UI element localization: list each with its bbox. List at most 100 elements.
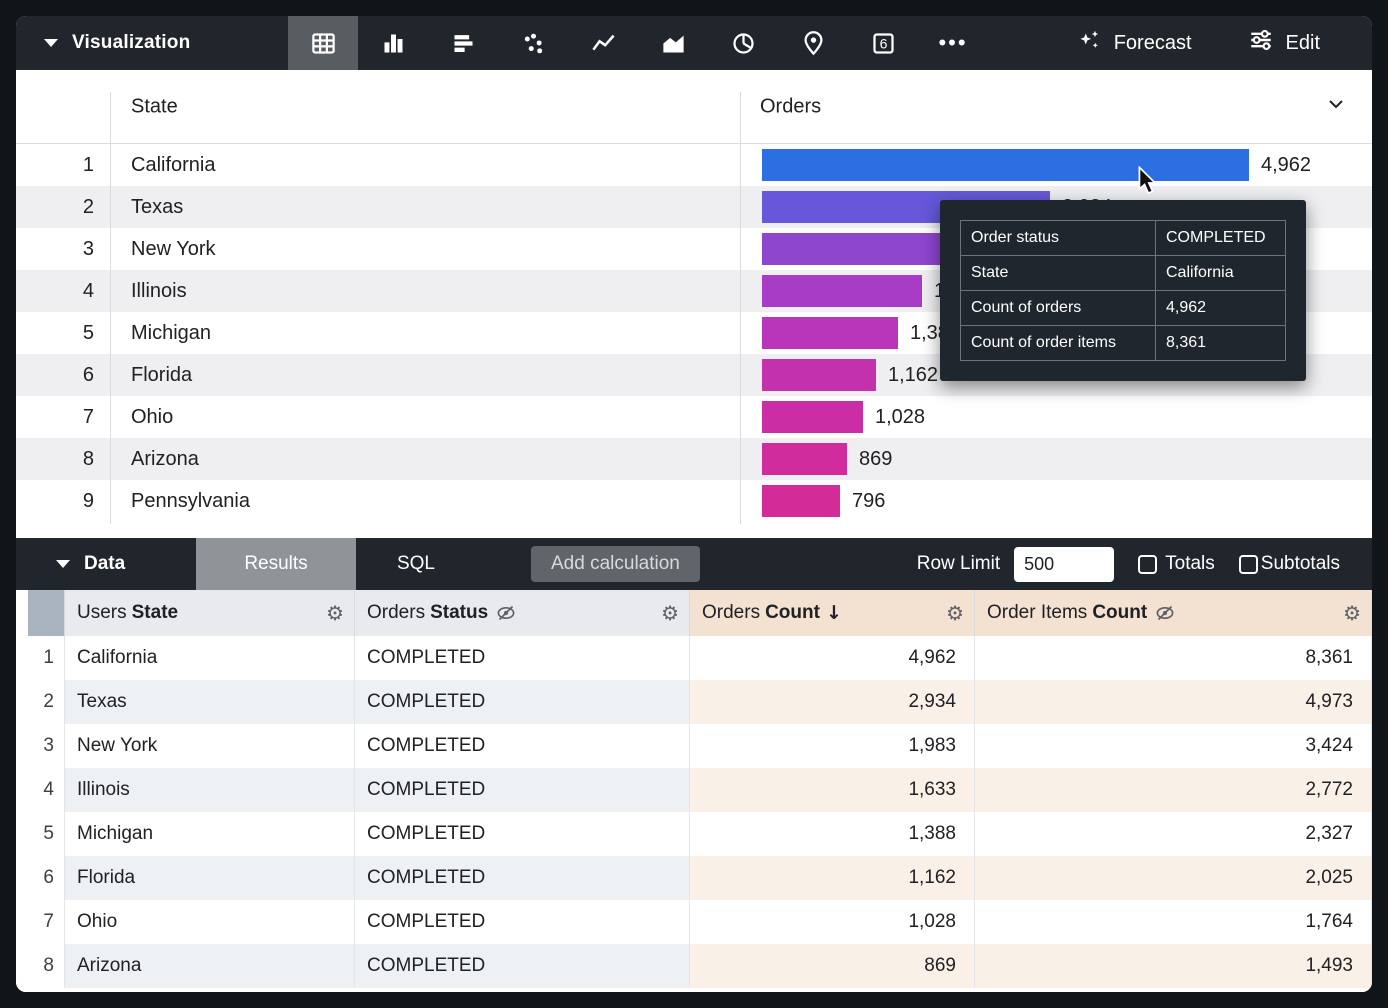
order-items-count-column-header[interactable]: Order Items Count ⚙ — [975, 590, 1372, 636]
viz-type-line-chart-button[interactable] — [568, 16, 638, 70]
mouse-cursor — [1136, 166, 1160, 201]
data-section-toggle[interactable]: Data — [16, 538, 196, 590]
state-cell[interactable]: Arizona — [65, 944, 355, 988]
orders-bar[interactable] — [762, 317, 898, 349]
header-field: Status — [430, 602, 488, 624]
orders-status-column-header[interactable]: Orders Status ⚙ — [355, 590, 690, 636]
ellipsis-icon: ••• — [938, 30, 967, 56]
table-row: 2 Texas COMPLETED 2,934 4,973 — [28, 680, 1372, 724]
forecast-sparkle-icon — [1076, 27, 1102, 59]
add-calculation-button[interactable]: Add calculation — [531, 546, 700, 582]
status-cell[interactable]: COMPLETED — [355, 900, 690, 944]
row-number: 7 — [28, 900, 65, 944]
status-cell[interactable]: COMPLETED — [355, 680, 690, 724]
orders-count-cell[interactable]: 1,983 — [690, 724, 975, 768]
map-pin-icon — [800, 30, 827, 57]
sort-desc-arrow-icon: ↓ — [826, 602, 842, 624]
state-cell[interactable]: Ohio — [65, 900, 355, 944]
row-number: 7 — [16, 406, 110, 429]
orders-bar[interactable] — [762, 443, 847, 475]
viz-type-area-chart-button[interactable] — [638, 16, 708, 70]
orders-count-cell[interactable]: 1,633 — [690, 768, 975, 812]
orders-count-cell[interactable]: 1,162 — [690, 856, 975, 900]
state-cell[interactable]: Florida — [65, 856, 355, 900]
tooltip-label: Count of orders — [961, 291, 1156, 326]
line-chart-icon — [590, 30, 617, 57]
orders-count-cell[interactable]: 2,934 — [690, 680, 975, 724]
viz-type-scatter-button[interactable] — [498, 16, 568, 70]
state-cell: Michigan — [110, 322, 740, 345]
viz-row-california: 1 California 4,962 — [16, 144, 1372, 186]
tune-sliders-icon — [1248, 27, 1274, 59]
order-items-count-cell[interactable]: 2,327 — [975, 812, 1372, 856]
column-divider — [740, 92, 741, 524]
order-items-count-cell[interactable]: 2,772 — [975, 768, 1372, 812]
subtotals-toggle[interactable]: Subtotals — [1239, 553, 1340, 575]
totals-toggle[interactable]: Totals — [1138, 553, 1215, 575]
state-cell[interactable]: Texas — [65, 680, 355, 724]
orders-count-cell[interactable]: 1,028 — [690, 900, 975, 944]
status-cell[interactable]: COMPLETED — [355, 856, 690, 900]
state-column-header[interactable]: State — [131, 95, 178, 118]
status-cell[interactable]: COMPLETED — [355, 944, 690, 988]
edit-label: Edit — [1286, 32, 1320, 55]
viz-type-table-button[interactable] — [288, 16, 358, 70]
users-state-column-header[interactable]: Users State ⚙ — [65, 590, 355, 636]
orders-bar[interactable] — [762, 149, 1249, 181]
totals-checkbox[interactable] — [1138, 555, 1157, 574]
state-cell[interactable]: California — [65, 636, 355, 680]
order-items-count-cell[interactable]: 8,361 — [975, 636, 1372, 680]
orders-bar[interactable] — [762, 359, 876, 391]
orders-bar[interactable] — [762, 485, 840, 517]
tooltip-value: California — [1156, 256, 1286, 291]
visualization-panel: State Orders 1 California 4,962 2 Texas … — [16, 70, 1372, 538]
viz-type-map-button[interactable] — [778, 16, 848, 70]
hidden-field-eye-slash-icon — [1155, 603, 1175, 623]
table-row: 4 Illinois COMPLETED 1,633 2,772 — [28, 768, 1372, 812]
viz-type-single-value-button[interactable]: 6 — [848, 16, 918, 70]
order-items-count-cell[interactable]: 1,493 — [975, 944, 1372, 988]
tab-sql[interactable]: SQL — [356, 538, 476, 590]
subtotals-checkbox[interactable] — [1239, 555, 1258, 574]
gear-icon[interactable]: ⚙ — [661, 603, 679, 623]
viz-type-horizontal-bar-button[interactable] — [428, 16, 498, 70]
svg-text:6: 6 — [879, 35, 887, 51]
chevron-down-icon[interactable] — [1326, 94, 1346, 120]
orders-count-column-header[interactable]: Orders Count ↓ ⚙ — [690, 590, 975, 636]
status-cell[interactable]: COMPLETED — [355, 812, 690, 856]
orders-bar[interactable] — [762, 401, 863, 433]
gear-icon[interactable]: ⚙ — [1343, 603, 1361, 623]
orders-bar[interactable] — [762, 275, 922, 307]
chevron-down-icon — [44, 39, 58, 47]
state-cell[interactable]: New York — [65, 724, 355, 768]
order-items-count-cell[interactable]: 1,764 — [975, 900, 1372, 944]
state-cell[interactable]: Michigan — [65, 812, 355, 856]
orders-column-header[interactable]: Orders — [760, 95, 821, 118]
tooltip-value: COMPLETED — [1156, 221, 1286, 256]
order-items-count-cell[interactable]: 4,973 — [975, 680, 1372, 724]
row-limit-input[interactable] — [1014, 547, 1114, 582]
orders-count-cell[interactable]: 869 — [690, 944, 975, 988]
order-items-count-cell[interactable]: 2,025 — [975, 856, 1372, 900]
header-field: Count — [765, 602, 820, 624]
visualization-title: Visualization — [72, 32, 190, 54]
status-cell[interactable]: COMPLETED — [355, 768, 690, 812]
viz-type-more-button[interactable]: ••• — [918, 16, 988, 70]
visualization-section-toggle[interactable]: Visualization — [16, 16, 288, 70]
orders-bar[interactable] — [762, 233, 957, 265]
viz-type-pie-chart-button[interactable] — [708, 16, 778, 70]
gear-icon[interactable]: ⚙ — [946, 603, 964, 623]
status-cell[interactable]: COMPLETED — [355, 724, 690, 768]
tab-results[interactable]: Results — [196, 538, 356, 590]
status-cell[interactable]: COMPLETED — [355, 636, 690, 680]
edit-button[interactable]: Edit — [1248, 27, 1320, 59]
forecast-button[interactable]: Forecast — [1076, 27, 1192, 59]
state-cell[interactable]: Illinois — [65, 768, 355, 812]
bar-value-label: 1,028 — [875, 406, 925, 429]
viz-type-bar-chart-button[interactable] — [358, 16, 428, 70]
orders-count-cell[interactable]: 1,388 — [690, 812, 975, 856]
gear-icon[interactable]: ⚙ — [326, 603, 344, 623]
orders-count-cell[interactable]: 4,962 — [690, 636, 975, 680]
state-cell: Pennsylvania — [110, 490, 740, 513]
order-items-count-cell[interactable]: 3,424 — [975, 724, 1372, 768]
